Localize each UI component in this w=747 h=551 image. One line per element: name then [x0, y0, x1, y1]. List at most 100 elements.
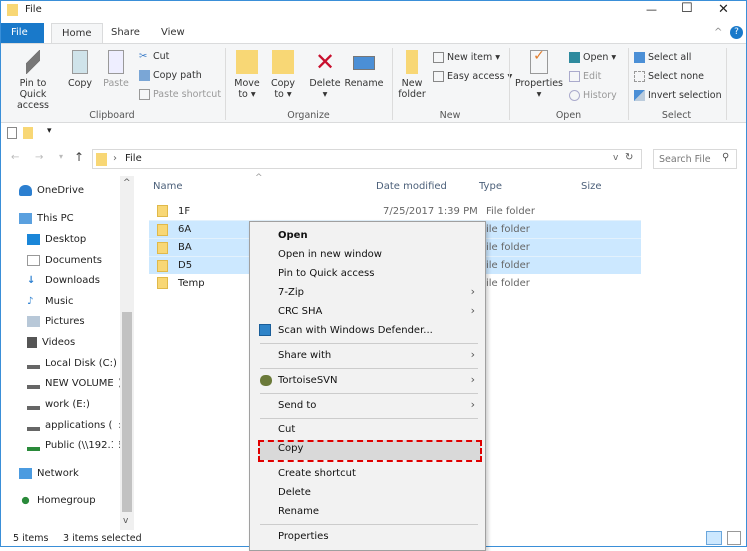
new-item-button[interactable]: New item ▾ — [433, 52, 500, 63]
paste-button[interactable]: Paste — [101, 50, 131, 89]
nav-homegroup[interactable]: Homegroup — [19, 495, 96, 506]
menu-item-scan-defender[interactable]: Scan with Windows Defender... — [278, 325, 433, 336]
select-none-icon — [634, 71, 645, 82]
menu-item-create-shortcut[interactable]: Create shortcut — [278, 468, 356, 479]
maximize-button[interactable]: ☐ — [681, 1, 693, 16]
close-button[interactable]: ✕ — [718, 2, 729, 17]
scroll-down-icon[interactable]: v — [123, 516, 128, 526]
breadcrumb-file[interactable]: File — [125, 153, 142, 164]
ribbon-collapse-icon[interactable]: ^ — [714, 27, 722, 38]
scroll-thumb[interactable] — [122, 312, 132, 512]
invert-selection-button[interactable]: Invert selection — [634, 90, 722, 101]
new-folder-qat-icon[interactable] — [23, 127, 33, 139]
nav-desktop[interactable]: Desktop — [27, 234, 86, 245]
address-bar[interactable]: › File v — [92, 149, 642, 169]
copy-path-button[interactable]: Copy path — [139, 70, 202, 81]
minimize-button[interactable]: — — [646, 3, 657, 16]
properties-button[interactable]: ✓ Properties ▾ — [515, 49, 563, 100]
column-header-name[interactable]: Name — [153, 181, 183, 192]
up-button[interactable]: ↑ — [74, 150, 84, 164]
properties-qat-icon[interactable] — [7, 127, 17, 139]
nav-downloads[interactable]: ↓ Downloads — [27, 275, 100, 286]
search-input[interactable]: Search File ⚲ — [653, 149, 737, 169]
paste-icon — [108, 50, 124, 74]
tab-home[interactable]: Home — [51, 23, 103, 43]
menu-separator — [260, 393, 478, 394]
menu-item-7zip[interactable]: 7-Zip — [278, 287, 304, 298]
new-folder-button[interactable]: New folder — [397, 50, 427, 100]
easy-access-button[interactable]: Easy access ▾ — [433, 71, 512, 82]
menu-item-pin-quick-access[interactable]: Pin to Quick access — [278, 268, 374, 279]
nav-new-volume[interactable]: NEW VOLUME (I — [27, 378, 124, 389]
folder-icon — [157, 259, 168, 272]
recent-dropdown[interactable]: ▾ — [59, 152, 63, 161]
large-icons-view-button[interactable] — [727, 531, 741, 545]
group-divider — [726, 48, 727, 120]
help-icon[interactable]: ? — [730, 26, 743, 39]
cut-button[interactable]: ✂ Cut — [139, 51, 169, 62]
column-header-date-modified[interactable]: Date modified — [376, 181, 447, 192]
refresh-button[interactable]: ↻ — [625, 152, 633, 163]
copy-to-button[interactable]: Copy to ▾ — [267, 50, 299, 100]
pictures-icon — [27, 316, 40, 327]
customize-qat-icon[interactable]: ▾ — [47, 126, 52, 136]
address-dropdown-icon[interactable]: v — [613, 153, 618, 163]
nav-this-pc[interactable]: This PC — [19, 213, 74, 224]
edit-button[interactable]: Edit — [569, 71, 601, 82]
menu-separator — [260, 368, 478, 369]
tab-file[interactable]: File — [1, 23, 44, 43]
copy-button[interactable]: Copy — [65, 50, 95, 89]
menu-item-open-new-window[interactable]: Open in new window — [278, 249, 382, 260]
nav-network[interactable]: Network — [19, 468, 79, 479]
file-date: 7/25/2017 1:39 PM — [383, 205, 478, 217]
select-all-button[interactable]: Select all — [634, 52, 691, 63]
window-title: File — [25, 4, 42, 15]
menu-item-rename[interactable]: Rename — [278, 506, 319, 517]
open-button[interactable]: Open ▾ — [569, 52, 616, 63]
nav-applications-f[interactable]: applications (F:) — [27, 420, 125, 431]
move-to-button[interactable]: Move to ▾ — [231, 50, 263, 100]
search-placeholder: Search File — [659, 154, 711, 165]
tab-share[interactable]: Share — [101, 23, 150, 43]
search-icon: ⚲ — [722, 152, 730, 163]
nav-documents[interactable]: Documents — [27, 255, 102, 266]
tab-view[interactable]: View — [151, 23, 195, 43]
copy-icon — [72, 50, 88, 74]
nav-scrollbar[interactable]: ^ v — [120, 176, 134, 530]
menu-item-crc-sha[interactable]: CRC SHA — [278, 306, 322, 317]
menu-item-open[interactable]: Open — [278, 230, 308, 241]
forward-button[interactable]: → — [35, 152, 43, 163]
submenu-arrow-icon: › — [470, 285, 475, 298]
rename-button[interactable]: Rename — [343, 50, 385, 89]
properties-icon: ✓ — [530, 49, 548, 74]
windows-defender-icon — [259, 324, 271, 336]
move-to-icon — [236, 50, 258, 74]
delete-button[interactable]: ✕ Delete ▾ — [306, 50, 344, 100]
file-row[interactable]: 1F 7/25/2017 1:39 PM File folder — [149, 202, 641, 220]
menu-item-send-to[interactable]: Send to — [278, 400, 316, 411]
pin-icon — [26, 50, 40, 74]
pin-to-quick-access-button[interactable]: Pin to Quick access — [5, 50, 61, 111]
folder-icon — [157, 223, 168, 236]
menu-item-properties[interactable]: Properties — [278, 531, 329, 542]
nav-local-disk-c[interactable]: Local Disk (C:) — [27, 358, 117, 369]
back-button[interactable]: ← — [11, 152, 19, 163]
select-none-button[interactable]: Select none — [634, 71, 704, 82]
nav-pictures[interactable]: Pictures — [27, 316, 85, 327]
paste-shortcut-button[interactable]: Paste shortcut — [139, 89, 221, 100]
nav-music[interactable]: ♪ Music — [27, 296, 73, 307]
nav-onedrive[interactable]: OneDrive — [19, 185, 84, 196]
group-label-organize: Organize — [287, 110, 330, 121]
menu-item-share-with[interactable]: Share with — [278, 350, 331, 361]
history-button[interactable]: History — [569, 90, 617, 101]
menu-item-tortoisesvn[interactable]: TortoiseSVN — [278, 375, 338, 386]
scroll-up-icon[interactable]: ^ — [123, 178, 131, 188]
column-header-type[interactable]: Type — [479, 181, 502, 192]
details-view-button[interactable] — [706, 531, 722, 545]
menu-item-cut[interactable]: Cut — [278, 424, 295, 435]
sort-indicator-icon: ^ — [255, 173, 263, 183]
menu-item-delete[interactable]: Delete — [278, 487, 311, 498]
column-header-size[interactable]: Size — [581, 181, 602, 192]
nav-work-e[interactable]: work (E:) — [27, 399, 90, 410]
nav-videos[interactable]: Videos — [27, 337, 75, 348]
